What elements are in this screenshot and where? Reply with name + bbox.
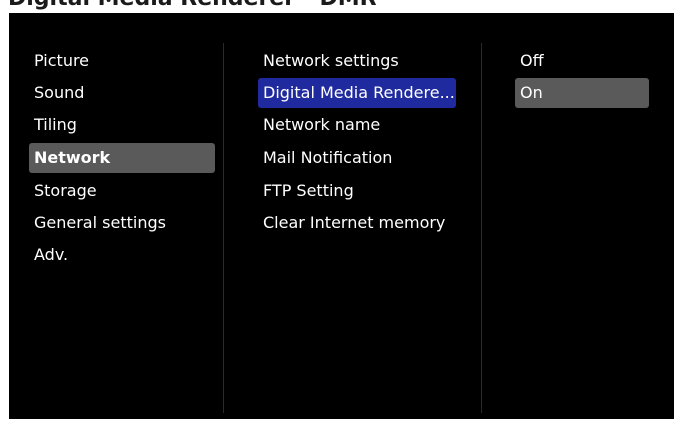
submenu-item-clear-internet-memory[interactable]: Clear Internet memory: [258, 208, 456, 238]
page-title: Digital Media Renderer - DMR: [8, 0, 377, 12]
main-menu-item-general-settings[interactable]: General settings: [29, 208, 215, 238]
submenu-item-mail-notification[interactable]: Mail Notification: [258, 143, 456, 173]
main-menu-item-picture[interactable]: Picture: [29, 46, 215, 76]
tv-osd-screen: Picture Sound Tiling Network Storage Gen…: [9, 13, 674, 419]
main-menu-item-adv[interactable]: Adv.: [29, 240, 215, 270]
submenu-item-network-name[interactable]: Network name: [258, 110, 456, 140]
main-menu-item-storage[interactable]: Storage: [29, 176, 215, 206]
column-divider-1: [223, 43, 224, 413]
main-menu-item-tiling[interactable]: Tiling: [29, 110, 215, 140]
option-on[interactable]: On: [515, 78, 649, 108]
main-menu-item-sound[interactable]: Sound: [29, 78, 215, 108]
submenu-item-ftp-setting[interactable]: FTP Setting: [258, 176, 456, 206]
submenu-item-network-settings[interactable]: Network settings: [258, 46, 456, 76]
document-header-strip: Digital Media Renderer - DMR: [0, 0, 683, 12]
column-divider-2: [481, 43, 482, 413]
submenu-item-digital-media-renderer[interactable]: Digital Media Rendere...: [258, 78, 456, 108]
option-off[interactable]: Off: [515, 46, 649, 76]
main-menu-item-network[interactable]: Network: [29, 143, 215, 173]
